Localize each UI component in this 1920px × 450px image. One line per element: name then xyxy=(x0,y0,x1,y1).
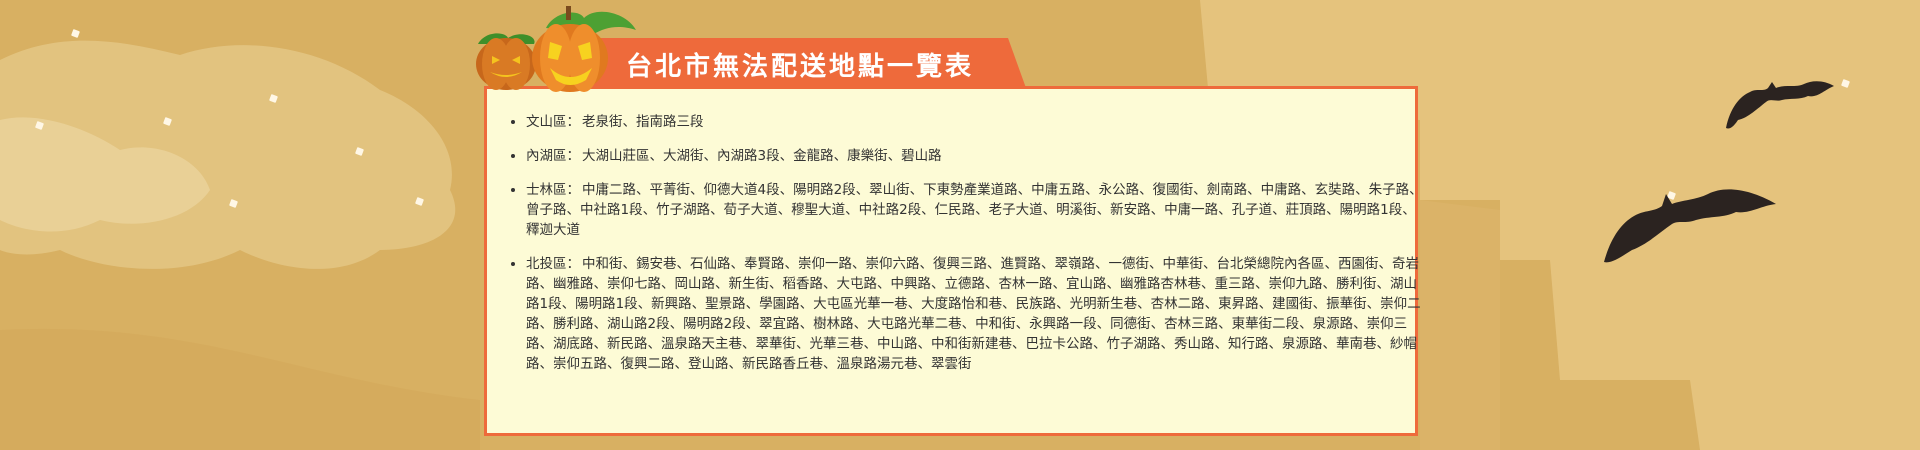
district-list: 文山區：老泉街、指南路三段 內湖區：大湖山莊區、大湖街、內湖路3段、金龍路、康樂… xyxy=(500,112,1426,388)
district-name: 北投區 xyxy=(526,256,567,272)
bat-icon xyxy=(1726,81,1834,129)
district-places: 老泉街、指南路三段 xyxy=(582,114,704,130)
list-item: 士林區：中庸二路、平菁街、仰德大道4段、陽明路2段、翠山街、下東勢產業道路、中庸… xyxy=(526,180,1426,240)
district-separator: ： xyxy=(566,256,581,272)
district-name: 文山區 xyxy=(526,114,567,130)
list-item: 文山區：老泉街、指南路三段 xyxy=(526,112,1426,132)
district-places: 中和街、錫安巷、石仙路、奉賢路、崇仰一路、崇仰六路、復興三路、進賢路、翠嶺路、一… xyxy=(526,256,1421,372)
district-name: 內湖區 xyxy=(526,148,567,164)
district-places: 大湖山莊區、大湖街、內湖路3段、金龍路、康樂街、碧山路 xyxy=(582,148,942,164)
district-places: 中庸二路、平菁街、仰德大道4段、陽明路2段、翠山街、下東勢產業道路、中庸五路、永… xyxy=(526,182,1423,238)
district-separator: ： xyxy=(566,114,581,130)
bat-icon xyxy=(1604,189,1776,263)
district-separator: ： xyxy=(566,148,581,164)
pumpkin-icon xyxy=(476,6,636,92)
list-item: 北投區：中和街、錫安巷、石仙路、奉賢路、崇仰一路、崇仰六路、復興三路、進賢路、翠… xyxy=(526,254,1426,374)
district-name: 士林區 xyxy=(526,182,567,198)
list-item: 內湖區：大湖山莊區、大湖街、內湖路3段、金龍路、康樂街、碧山路 xyxy=(526,146,1426,166)
district-separator: ： xyxy=(566,182,581,198)
page-title: 台北市無法配送地點一覽表 xyxy=(626,52,975,82)
